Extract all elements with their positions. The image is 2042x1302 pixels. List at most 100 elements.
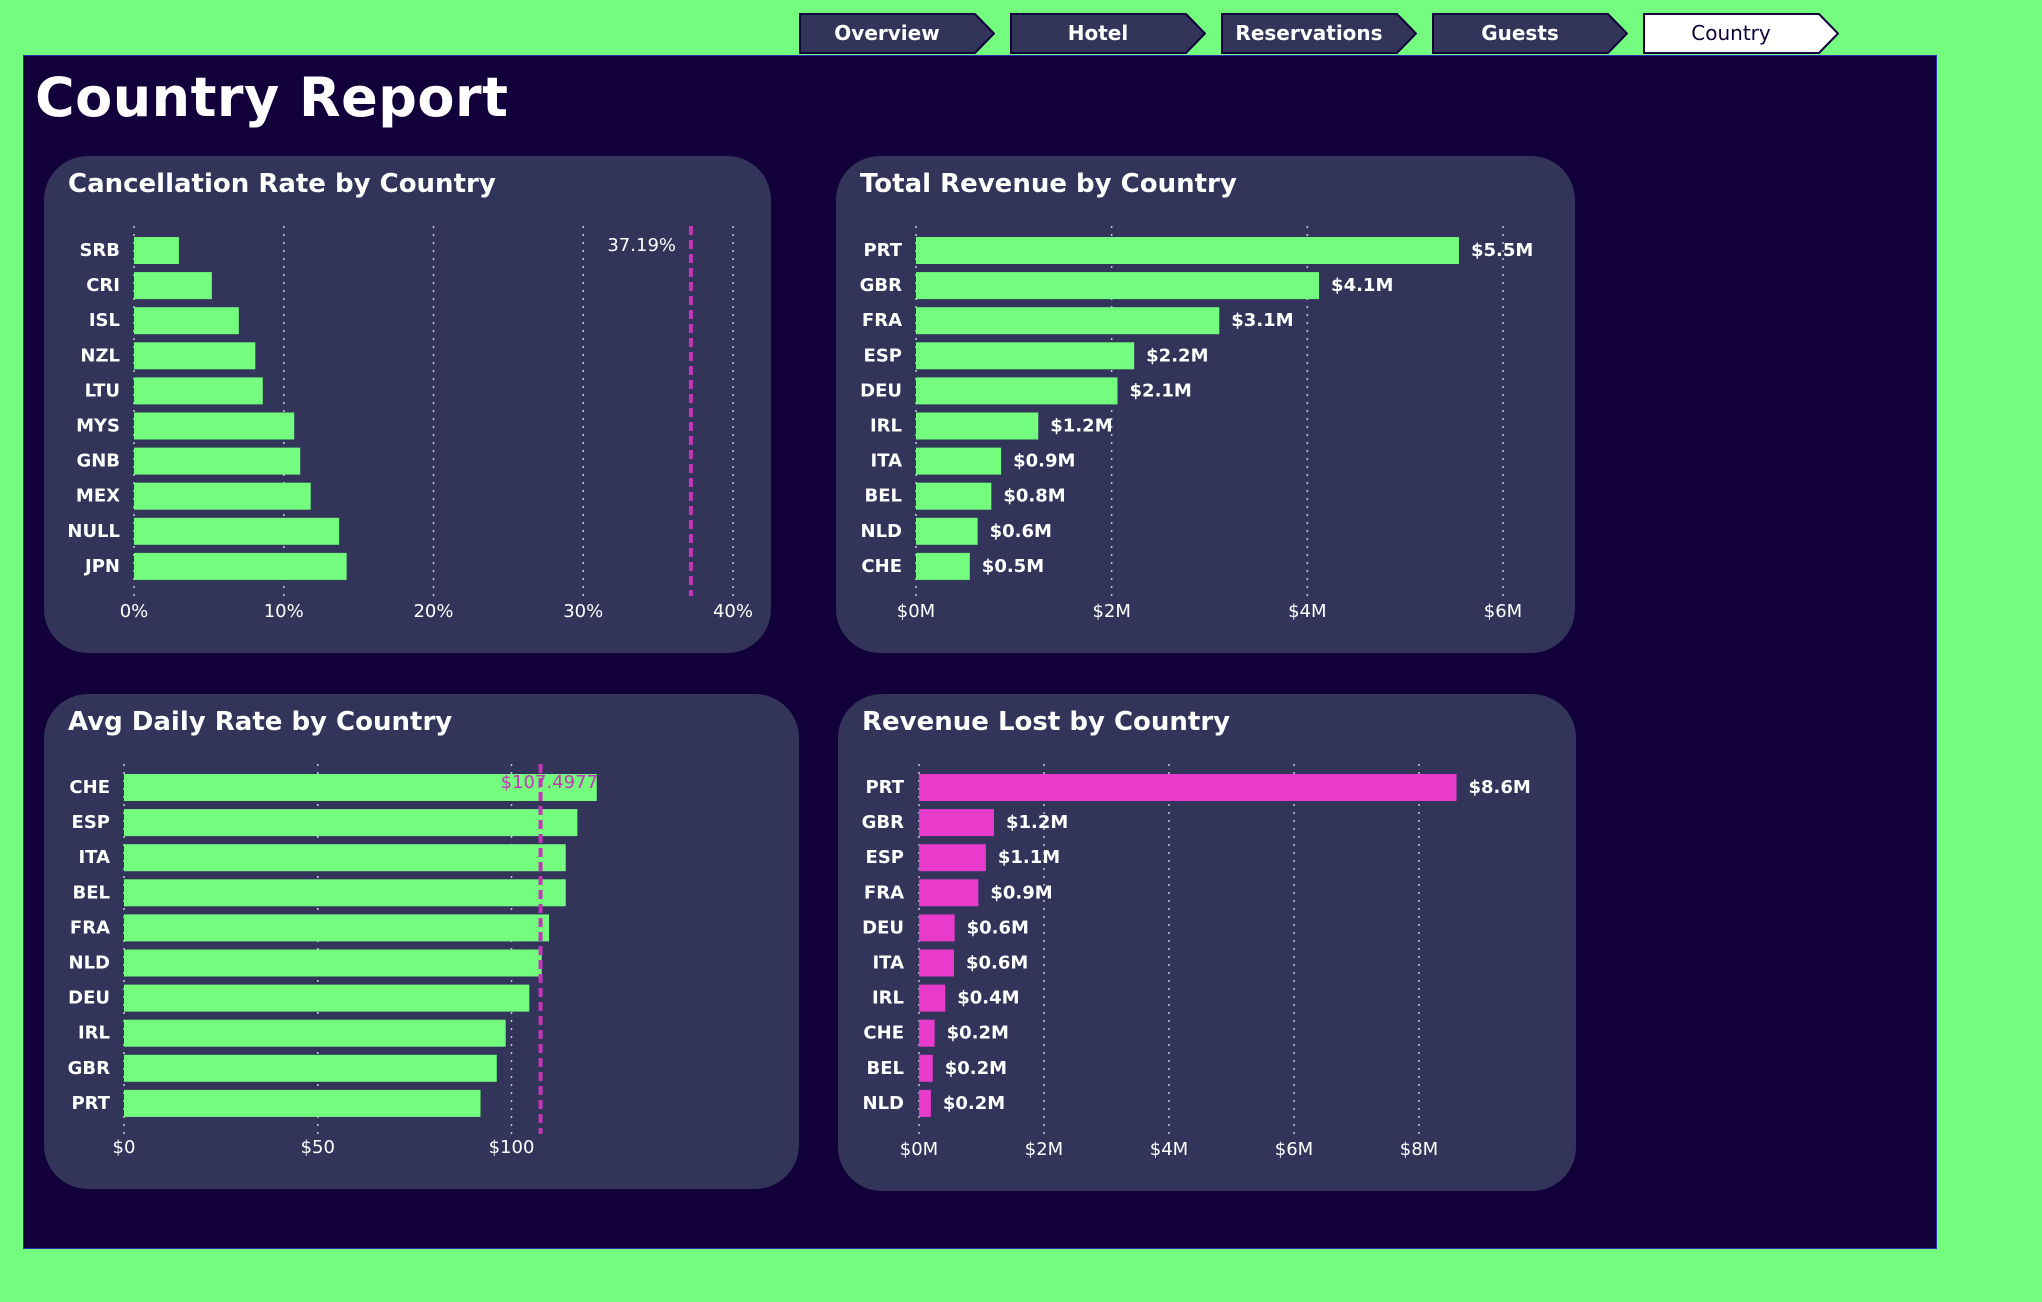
category-label: NZL xyxy=(80,345,120,366)
category-label: GNB xyxy=(76,451,120,472)
report-canvas: Country Report Cancellation Rate by Coun… xyxy=(23,55,1937,1249)
bar xyxy=(124,809,578,837)
cancellation-rate-card: Cancellation Rate by Country 0% 10% 20% 30%… xyxy=(44,156,771,653)
x-tick-label: $0M xyxy=(897,601,935,622)
category-label: ITA xyxy=(78,847,110,868)
x-tick-label: $2M xyxy=(1025,1139,1063,1160)
category-label: JPN xyxy=(83,556,120,577)
category-label: IRL xyxy=(870,416,902,437)
data-label: $0.4M xyxy=(957,988,1019,1009)
bar xyxy=(919,1019,935,1047)
x-tick-label: $4M xyxy=(1150,1139,1188,1160)
data-label: $0.6M xyxy=(967,917,1029,938)
tab-overview[interactable]: Overview xyxy=(799,13,995,54)
category-label: SRB xyxy=(79,240,120,261)
data-label: $0.6M xyxy=(966,953,1028,974)
x-tick-label: $0 xyxy=(113,1137,136,1158)
data-label: $0.2M xyxy=(943,1093,1005,1114)
bar xyxy=(916,482,992,510)
category-label: BEL xyxy=(867,1058,905,1079)
bar xyxy=(134,447,301,475)
category-label: BEL xyxy=(73,882,111,903)
category-label: GBR xyxy=(862,812,904,833)
category-label: CHE xyxy=(861,556,902,577)
bar xyxy=(919,914,955,942)
data-label: $0.6M xyxy=(990,521,1052,542)
bar xyxy=(134,517,340,545)
category-label: NLD xyxy=(69,953,110,974)
category-label: MYS xyxy=(76,416,120,437)
x-tick-label: $6M xyxy=(1484,601,1522,622)
reference-label: $107.4977 xyxy=(501,772,598,793)
bar xyxy=(124,879,566,907)
bar xyxy=(916,377,1118,405)
tab-country[interactable]: Country xyxy=(1643,13,1839,54)
category-label: ESP xyxy=(864,345,902,366)
bar xyxy=(919,879,979,907)
data-label: $0.9M xyxy=(990,882,1052,903)
category-label: CHE xyxy=(863,1023,904,1044)
data-label: $0.2M xyxy=(945,1058,1007,1079)
bar xyxy=(134,342,256,370)
category-label: PRT xyxy=(865,777,904,798)
category-label: ESP xyxy=(72,812,110,833)
x-tick-label: $100 xyxy=(489,1137,535,1158)
bar xyxy=(919,1054,933,1082)
category-label: GBR xyxy=(860,275,902,296)
page-navigator: Overview Hotel Reservations Guests Count… xyxy=(0,0,2042,56)
tab-guests[interactable]: Guests xyxy=(1432,13,1628,54)
bar xyxy=(919,949,954,977)
category-label: NULL xyxy=(67,521,120,542)
category-label: IRL xyxy=(78,1023,110,1044)
category-label: FRA xyxy=(864,882,904,903)
bar xyxy=(124,844,566,872)
category-label: CHE xyxy=(69,777,110,798)
data-label: $3.1M xyxy=(1231,310,1293,331)
x-tick-label: $4M xyxy=(1288,601,1326,622)
category-label: DEU xyxy=(862,917,904,938)
category-label: FRA xyxy=(70,917,110,938)
bar xyxy=(919,809,994,837)
bar xyxy=(124,984,530,1012)
bar xyxy=(916,412,1039,440)
tab-reservations[interactable]: Reservations xyxy=(1221,13,1417,54)
tab-label: Reservations xyxy=(1235,21,1383,45)
x-tick-label: $8M xyxy=(1400,1139,1438,1160)
x-tick-label: 40% xyxy=(713,601,753,622)
bar xyxy=(916,447,1002,475)
category-label: FRA xyxy=(862,310,902,331)
bar xyxy=(134,307,239,335)
category-label: LTU xyxy=(85,380,120,401)
bar xyxy=(134,482,311,510)
x-tick-label: 0% xyxy=(120,601,149,622)
category-label: NLD xyxy=(863,1093,904,1114)
bar xyxy=(916,272,1320,300)
category-label: ISL xyxy=(89,310,120,331)
avg-daily-rate-card: Avg Daily Rate by Country $0 $50 $100 CHE ES… xyxy=(44,694,799,1189)
total-revenue-card: Total Revenue by Country $0M $2M $4M $6M PRT… xyxy=(836,156,1575,653)
bar xyxy=(916,237,1459,264)
category-label: DEU xyxy=(68,988,110,1009)
category-label: GBR xyxy=(68,1058,110,1079)
bar xyxy=(916,517,978,545)
bar xyxy=(134,237,179,264)
bar xyxy=(124,949,542,977)
category-label: PRT xyxy=(71,1093,110,1114)
data-label: $2.1M xyxy=(1130,380,1192,401)
bar xyxy=(916,307,1220,335)
data-label: $1.1M xyxy=(998,847,1060,868)
data-label: $0.2M xyxy=(947,1023,1009,1044)
data-label: $0.8M xyxy=(1003,486,1065,507)
category-label: ESP xyxy=(866,847,904,868)
category-label: PRT xyxy=(863,240,902,261)
tab-hotel[interactable]: Hotel xyxy=(1010,13,1206,54)
x-tick-label: 30% xyxy=(563,601,603,622)
cancellation-rate-chart: 0% 10% 20% 30% 40% SRB CRI ISL NZL LTU MYS GNB MEX NU… xyxy=(67,226,753,622)
data-label: $5.5M xyxy=(1471,240,1533,261)
data-label: $8.6M xyxy=(1469,777,1531,798)
tab-label: Country xyxy=(1691,21,1771,45)
x-tick-label: $0M xyxy=(900,1139,938,1160)
category-label: ITA xyxy=(872,953,904,974)
bar xyxy=(134,552,347,580)
revenue-lost-card: Revenue Lost by Country $0M $2M $4M $6M $8M P… xyxy=(838,694,1576,1191)
